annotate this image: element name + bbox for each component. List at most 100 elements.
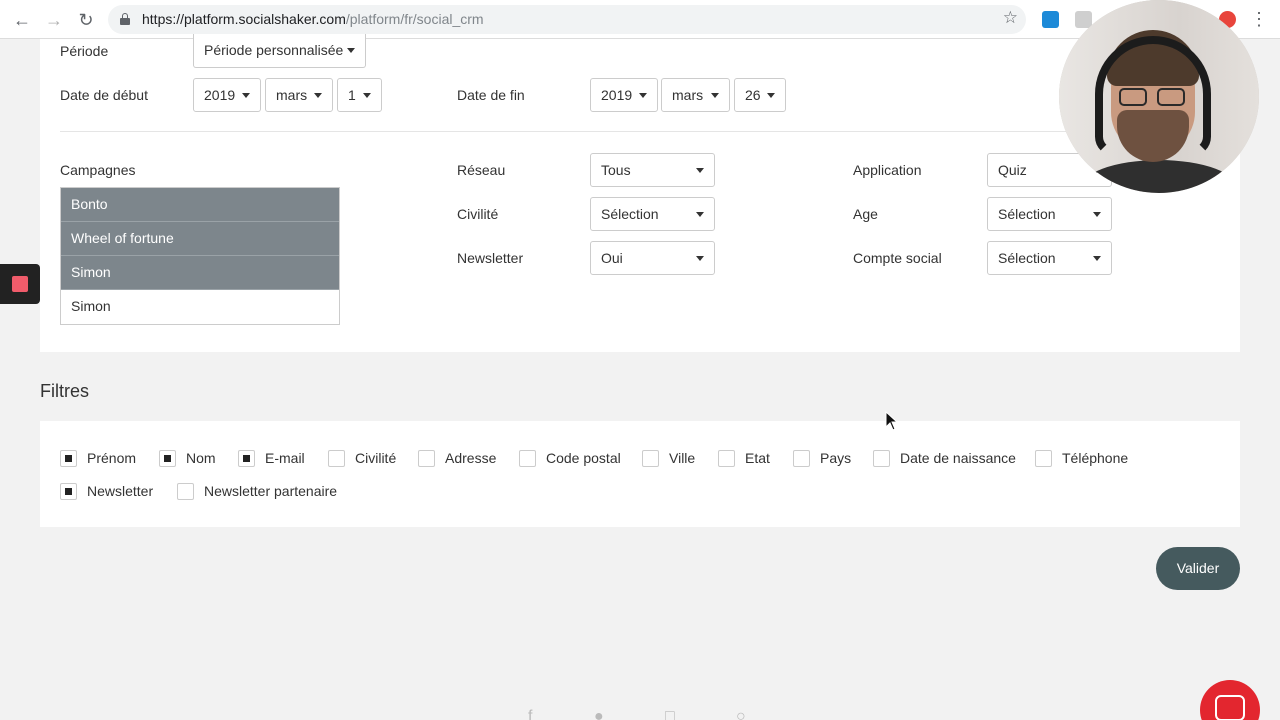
list-item[interactable]: Wheel of fortune (61, 222, 339, 256)
chat-button[interactable] (1200, 680, 1260, 720)
chat-icon (1215, 695, 1245, 720)
reseau-select[interactable]: Tous (590, 153, 715, 187)
end-year-value: 2019 (601, 87, 633, 103)
start-day-select[interactable]: 1 (337, 78, 382, 112)
checkbox-box[interactable] (793, 449, 810, 467)
application-value: Quiz (998, 162, 1027, 178)
checkbox-pays[interactable]: Pays (793, 449, 851, 467)
webcam-overlay (1059, 0, 1259, 193)
checkbox-adresse[interactable]: Adresse (418, 449, 496, 467)
url-host: https://platform.socialshaker.com (142, 11, 346, 27)
checkbox-nom[interactable]: Nom (159, 449, 216, 467)
checkbox-label: Prénom (87, 450, 137, 466)
compte-social-select[interactable]: Sélection (987, 241, 1112, 275)
checkbox-label: Date de naissance (900, 450, 1016, 466)
checkbox-box[interactable] (418, 449, 435, 467)
application-label: Application (853, 162, 922, 178)
end-day-select[interactable]: 26 (734, 78, 786, 112)
checkbox-newsletter-partenaire[interactable]: Newsletter partenaire (177, 482, 337, 500)
checkbox-box[interactable] (718, 449, 735, 467)
campaigns-label: Campagnes (60, 162, 136, 178)
start-month-value: mars (276, 87, 308, 103)
checkbox-box[interactable] (177, 482, 194, 500)
checkbox-newsletter[interactable]: Newsletter (60, 482, 153, 500)
checkbox-etat[interactable]: Etat (718, 449, 770, 467)
checkbox-telephone[interactable]: Téléphone (1035, 449, 1128, 467)
start-month-select[interactable]: mars (265, 78, 333, 112)
civilite-label: Civilité (457, 206, 499, 222)
checkbox-label: E-mail (265, 450, 305, 466)
checkbox-box[interactable] (873, 449, 890, 467)
record-icon (12, 276, 28, 292)
age-label: Age (853, 206, 878, 222)
checkbox-box[interactable] (60, 482, 77, 500)
end-day-value: 26 (745, 87, 761, 103)
list-item[interactable]: Bonto (61, 188, 339, 222)
checkbox-label: Newsletter (87, 483, 154, 499)
end-year-select[interactable]: 2019 (590, 78, 658, 112)
checkbox-label: Newsletter partenaire (204, 483, 338, 499)
campaigns-multiselect[interactable]: Bonto Wheel of fortune Simon Simon (60, 187, 340, 325)
civilite-value: Sélection (601, 206, 659, 222)
newsletter-value: Oui (601, 250, 623, 266)
valider-button[interactable]: Valider (1156, 547, 1240, 590)
checkbox-date-naissance[interactable]: Date de naissance (873, 449, 1016, 467)
pinterest-icon[interactable]: ○ (736, 708, 746, 720)
checkbox-email[interactable]: E-mail (238, 449, 305, 467)
checkbox-prenom[interactable]: Prénom (60, 449, 136, 467)
start-year-value: 2019 (204, 87, 236, 103)
checkbox-box[interactable] (60, 449, 77, 467)
back-icon[interactable]: ← (10, 8, 34, 32)
period-value: Période personnalisée (204, 42, 344, 58)
compte-social-value: Sélection (998, 250, 1056, 266)
checkbox-box[interactable] (238, 449, 255, 467)
end-date-label: Date de fin (457, 87, 525, 103)
chevron-down-icon (696, 212, 704, 217)
list-item[interactable]: Simon (61, 256, 339, 290)
checkbox-box[interactable] (328, 449, 345, 467)
chevron-down-icon (696, 256, 704, 261)
extension-icon[interactable] (1042, 11, 1059, 28)
chevron-down-icon (1093, 256, 1101, 261)
url-text: https://platform.socialshaker.com/platfo… (142, 11, 484, 27)
reseau-label: Réseau (457, 162, 506, 178)
end-month-select[interactable]: mars (661, 78, 730, 112)
list-item[interactable]: Simon (61, 290, 339, 324)
period-select[interactable]: Période personnalisée (193, 34, 366, 68)
checkbox-label: Téléphone (1062, 450, 1129, 466)
checkbox-box[interactable] (159, 449, 176, 467)
civilite-select[interactable]: Sélection (590, 197, 715, 231)
newsletter-select[interactable]: Oui (590, 241, 715, 275)
address-bar[interactable]: https://platform.socialshaker.com/platfo… (108, 5, 1026, 34)
checkbox-civilite[interactable]: Civilité (328, 449, 396, 467)
filtres-heading: Filtres (40, 381, 89, 401)
age-value: Sélection (998, 206, 1056, 222)
checkbox-label: Ville (669, 450, 696, 466)
facebook-icon[interactable]: f (528, 708, 532, 720)
twitter-icon[interactable]: ● (594, 708, 604, 720)
age-select[interactable]: Sélection (987, 197, 1112, 231)
start-year-select[interactable]: 2019 (193, 78, 261, 112)
chevron-down-icon (711, 93, 719, 98)
start-date-label: Date de début (60, 87, 148, 103)
forward-icon[interactable]: → (42, 8, 66, 32)
field-filters-panel: Prénom Nom E-mail Civilité Adresse Code … (40, 421, 1240, 527)
checkbox-label: Code postal (546, 450, 621, 466)
star-icon[interactable]: ☆ (1003, 8, 1018, 28)
reload-icon[interactable]: ↻ (74, 8, 98, 32)
chevron-down-icon (1093, 212, 1101, 217)
checkbox-label: Etat (745, 450, 770, 466)
checkbox-label: Civilité (355, 450, 397, 466)
compte-social-label: Compte social (853, 250, 942, 266)
checkbox-code-postal[interactable]: Code postal (519, 449, 621, 467)
checkbox-box[interactable] (642, 449, 659, 467)
checkbox-ville[interactable]: Ville (642, 449, 695, 467)
checkbox-box[interactable] (1035, 449, 1052, 467)
divider (60, 131, 1220, 132)
record-button[interactable] (0, 264, 40, 304)
chevron-down-icon (314, 93, 322, 98)
instagram-icon[interactable]: □ (665, 708, 675, 720)
checkbox-box[interactable] (519, 449, 536, 467)
chevron-down-icon (347, 48, 355, 53)
chevron-down-icon (639, 93, 647, 98)
